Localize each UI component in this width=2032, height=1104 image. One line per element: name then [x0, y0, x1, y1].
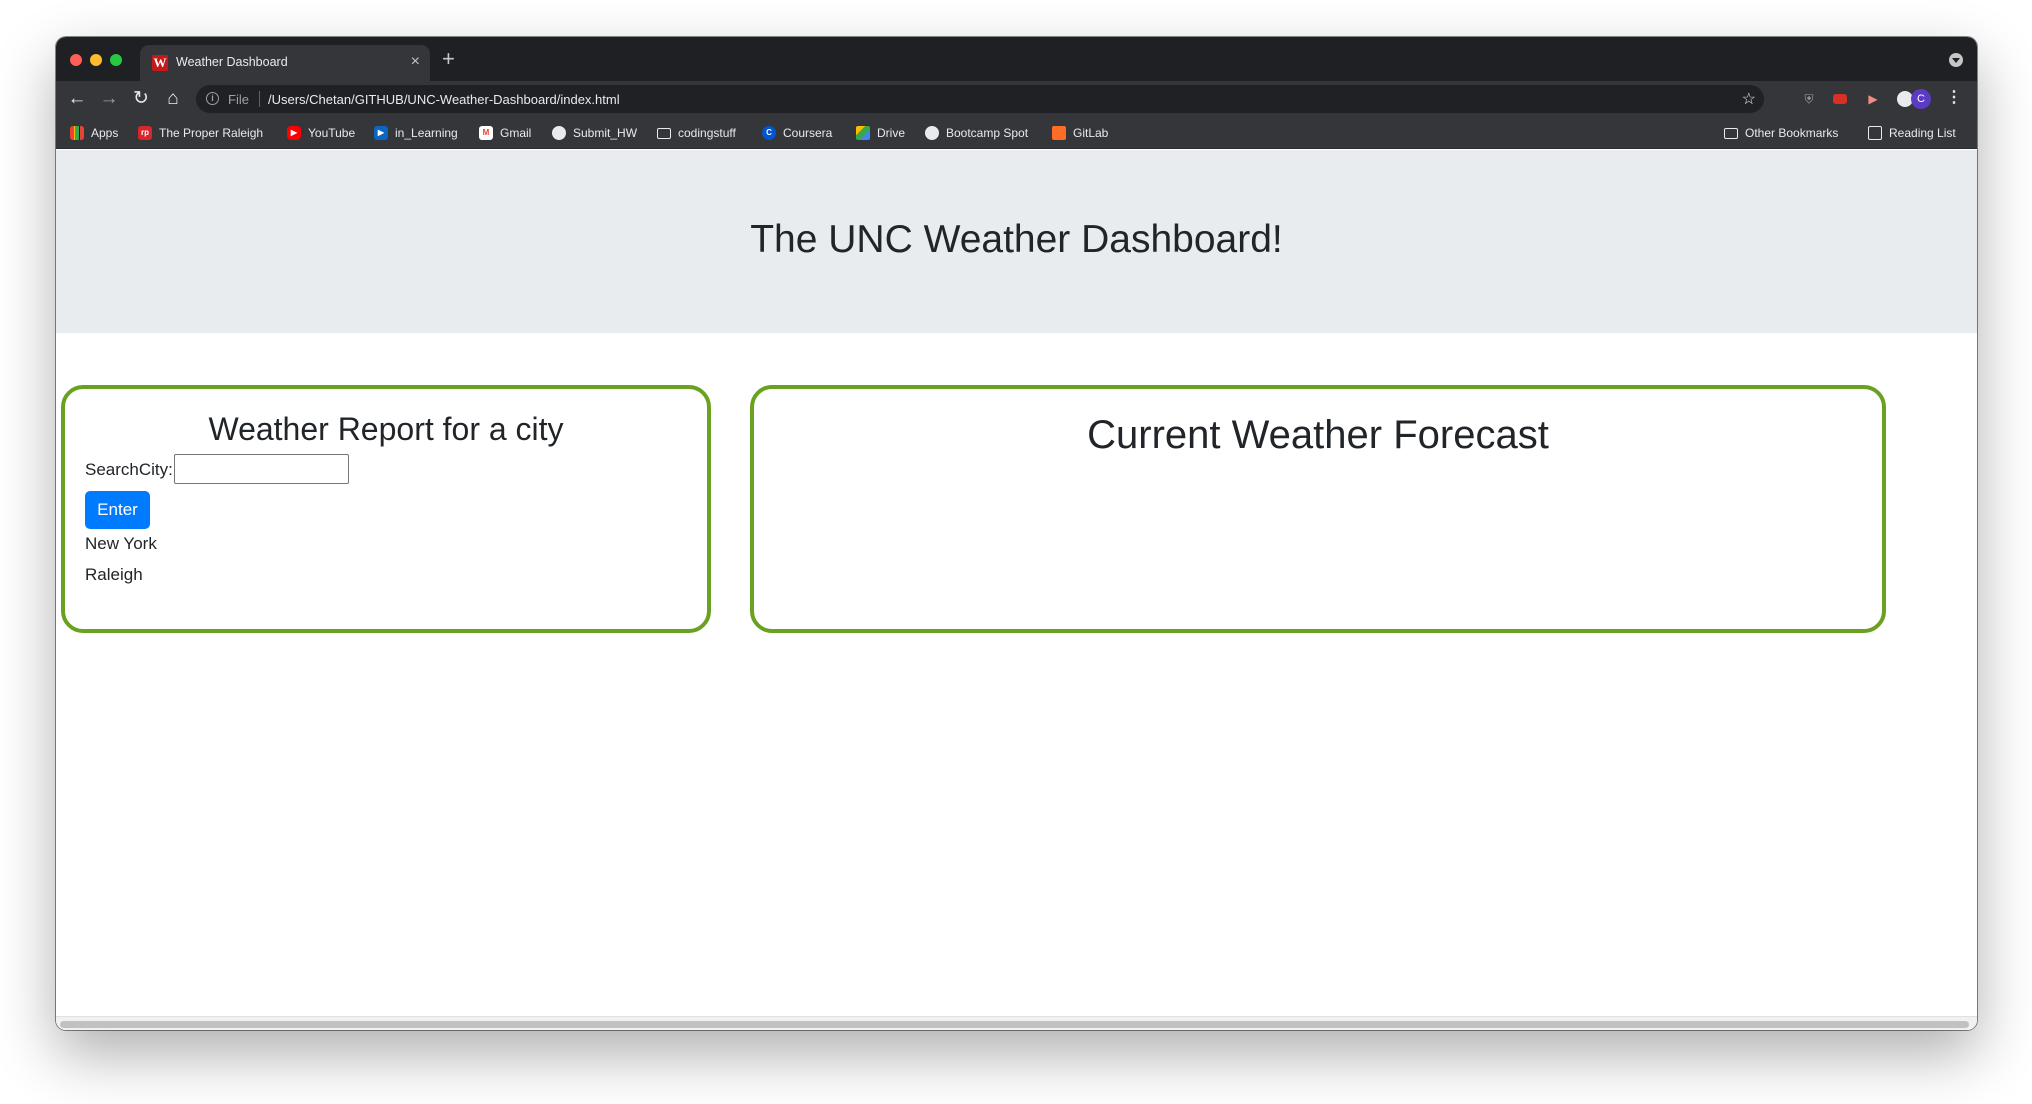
- profile-avatar[interactable]: C: [1911, 89, 1931, 109]
- header-jumbotron: The UNC Weather Dashboard!: [56, 150, 1977, 333]
- bookmark-coursera[interactable]: C Coursera: [762, 125, 832, 141]
- other-bookmarks-label: Other Bookmarks: [1745, 126, 1839, 140]
- bookmark-submit-hw[interactable]: Submit_HW: [552, 125, 637, 141]
- bookmark-label: Apps: [91, 126, 119, 140]
- proper-raleigh-icon: rp: [138, 126, 152, 140]
- forecast-panel: Current Weather Forecast: [750, 385, 1886, 633]
- google-drive-icon: [856, 126, 870, 140]
- bookmark-label: Bootcamp Spot: [946, 126, 1029, 140]
- back-arrow-icon[interactable]: ←: [65, 87, 89, 111]
- reload-icon[interactable]: ↻: [129, 87, 153, 111]
- bookmark-label: Submit_HW: [573, 126, 638, 140]
- bookmark-apps[interactable]: Apps: [70, 125, 118, 141]
- url-separator: [259, 91, 260, 107]
- other-bookmarks[interactable]: Other Bookmarks: [1724, 125, 1838, 141]
- search-city-label: SearchCity:: [85, 460, 173, 479]
- bookmark-codingstuff[interactable]: codingstuff: [657, 125, 736, 141]
- horizontal-scrollbar[interactable]: [56, 1016, 1977, 1030]
- reading-list-icon: [1868, 126, 1882, 140]
- close-window-button[interactable]: [70, 54, 82, 66]
- reading-list[interactable]: Reading List: [1868, 125, 1956, 141]
- folder-icon: [657, 127, 671, 139]
- url-text[interactable]: /Users/Chetan/GITHUB/UNC-Weather-Dashboa…: [268, 92, 620, 107]
- page-title: The UNC Weather Dashboard!: [750, 218, 1283, 261]
- bookmark-label: Gmail: [500, 126, 532, 140]
- video-extension-icon[interactable]: ▶: [1865, 91, 1881, 107]
- bookmark-in-learning[interactable]: ▶ in_Learning: [374, 125, 458, 141]
- enter-button[interactable]: Enter: [85, 491, 150, 529]
- weather-favicon-icon: W: [152, 55, 168, 71]
- browser-menu-icon[interactable]: ⋮: [1946, 89, 1962, 109]
- history-city-item[interactable]: New York: [85, 534, 157, 554]
- bookmark-label: GitLab: [1073, 126, 1109, 140]
- tab-weather-dashboard[interactable]: W Weather Dashboard ×: [140, 45, 430, 81]
- bookmarks-bar: Apps rp The Proper Raleigh ▶ YouTube ▶ i…: [56, 117, 1977, 149]
- maximize-window-button[interactable]: [110, 54, 122, 66]
- history-city-item[interactable]: Raleigh: [85, 565, 143, 585]
- bookmark-gmail[interactable]: M Gmail: [479, 125, 531, 141]
- bookmark-bootcamp-spot[interactable]: Bootcamp Spot: [925, 125, 1028, 141]
- tab-search-icon[interactable]: [1949, 53, 1963, 67]
- bookmark-drive[interactable]: Drive: [856, 125, 905, 141]
- address-bar[interactable]: i File /Users/Chetan/GITHUB/UNC-Weather-…: [196, 85, 1764, 113]
- bookmark-label: Coursera: [783, 126, 833, 140]
- search-city-input[interactable]: [174, 454, 349, 484]
- url-scheme: File: [228, 92, 249, 107]
- bookmark-youtube[interactable]: ▶ YouTube: [287, 125, 355, 141]
- browser-toolbar: ← → ↻ ⌂ i File /Users/Chetan/GITHUB/UNC-…: [56, 81, 1977, 117]
- bookmark-star-icon[interactable]: ☆: [1742, 89, 1756, 109]
- browser-window: W Weather Dashboard × + ← → ↻ ⌂ i File /…: [56, 37, 1977, 1030]
- search-panel-title: Weather Report for a city: [208, 411, 564, 447]
- red-extension-icon[interactable]: [1833, 94, 1847, 104]
- coursera-icon: C: [762, 126, 776, 140]
- linkedin-learning-icon: ▶: [374, 126, 388, 140]
- bookmark-label: in_Learning: [395, 126, 458, 140]
- bookmark-label: codingstuff: [678, 126, 736, 140]
- page-viewport: The UNC Weather Dashboard! Weather Repor…: [56, 150, 1977, 1030]
- new-tab-button[interactable]: +: [442, 48, 455, 70]
- apps-grid-icon: [70, 126, 84, 140]
- globe-icon: [925, 126, 939, 140]
- minimize-window-button[interactable]: [90, 54, 102, 66]
- bookmark-label: The Proper Raleigh: [159, 126, 264, 140]
- bookmark-the-proper-raleigh[interactable]: rp The Proper Raleigh: [138, 125, 263, 141]
- gmail-icon: M: [479, 126, 493, 140]
- reading-list-label: Reading List: [1889, 126, 1956, 140]
- forward-arrow-icon[interactable]: →: [97, 87, 121, 111]
- close-tab-icon[interactable]: ×: [411, 53, 420, 71]
- youtube-icon: ▶: [287, 126, 301, 140]
- info-icon[interactable]: i: [206, 92, 219, 105]
- city-search-panel: Weather Report for a city SearchCity: En…: [61, 385, 711, 633]
- tab-title: Weather Dashboard: [176, 55, 288, 69]
- gitlab-icon: [1052, 126, 1066, 140]
- scrollbar-thumb[interactable]: [60, 1021, 1969, 1028]
- tab-bar: W Weather Dashboard × +: [56, 37, 1977, 81]
- forecast-panel-title: Current Weather Forecast: [1087, 413, 1549, 457]
- bookmark-label: YouTube: [308, 126, 356, 140]
- folder-icon: [1724, 127, 1738, 139]
- shield-extension-icon[interactable]: ⛨: [1801, 91, 1817, 107]
- bookmark-gitlab[interactable]: GitLab: [1052, 125, 1108, 141]
- globe-icon: [552, 126, 566, 140]
- home-icon[interactable]: ⌂: [161, 87, 185, 111]
- bookmark-label: Drive: [877, 126, 906, 140]
